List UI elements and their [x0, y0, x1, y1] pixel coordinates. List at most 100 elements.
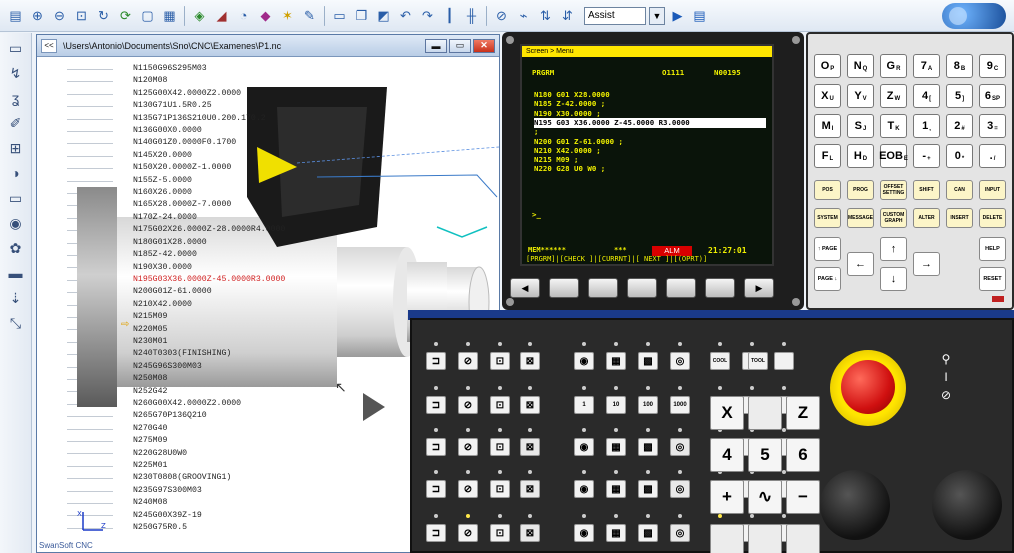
panel-button[interactable]: ⊠: [520, 480, 540, 498]
save-icon[interactable]: ▤: [6, 6, 25, 25]
program-line[interactable]: N130G71U1.5R0.25: [133, 100, 285, 112]
crt-softkey[interactable]: [549, 278, 579, 298]
key-s[interactable]: SJ: [847, 114, 874, 138]
key-eob[interactable]: EOB E: [879, 144, 908, 168]
program-line[interactable]: N135G71P136S210U0.200.170.2: [133, 113, 285, 125]
program-line[interactable]: N170Z-24.0000: [133, 212, 285, 224]
program-line[interactable]: N190X30.0000: [133, 262, 285, 274]
function-key[interactable]: PROG: [847, 180, 874, 200]
program-line[interactable]: N155Z-5.0000: [133, 175, 285, 187]
window-icon[interactable]: ▢: [138, 6, 157, 25]
panel-button[interactable]: ⊐: [426, 480, 446, 498]
cut-icon[interactable]: ▭: [330, 6, 349, 25]
assist-dropdown-icon[interactable]: ▼: [649, 6, 665, 25]
panel-button[interactable]: ▦: [606, 438, 626, 456]
jog-key[interactable]: [710, 524, 744, 553]
feed-icon[interactable]: ⇣: [6, 289, 26, 307]
key-7[interactable]: 7A: [913, 54, 940, 78]
key-x[interactable]: XU: [814, 84, 841, 108]
ruler-icon[interactable]: ┃: [440, 6, 459, 25]
function-key[interactable]: CUSTOM GRAPH: [880, 208, 907, 228]
program-line[interactable]: N150X20.0000Z-1.0000: [133, 162, 285, 174]
run-icon[interactable]: ⌁: [514, 6, 533, 25]
key--[interactable]: - +: [913, 144, 940, 168]
close-button[interactable]: ✕: [473, 38, 495, 53]
crt-softkey[interactable]: ◀: [510, 278, 540, 298]
function-key[interactable]: POS: [814, 180, 841, 200]
reset-key[interactable]: RESET: [979, 267, 1006, 291]
crt-softkey[interactable]: [627, 278, 657, 298]
panel-button[interactable]: ◉: [574, 438, 594, 456]
program-line[interactable]: N225M01: [133, 460, 285, 472]
key-0[interactable]: 0 *: [946, 144, 973, 168]
panel-button[interactable]: ⊠: [520, 438, 540, 456]
jog-key[interactable]: Z: [786, 396, 820, 430]
coolant-tool-button[interactable]: TOOL: [748, 352, 768, 370]
rotate-icon[interactable]: ↻: [94, 6, 113, 25]
crt-softkey[interactable]: [705, 278, 735, 298]
graph-icon[interactable]: ╫: [462, 6, 481, 25]
program-line[interactable]: N1150G96S295M03: [133, 63, 285, 75]
panel-button[interactable]: ⊠: [520, 524, 540, 542]
select-icon[interactable]: ↯: [6, 64, 26, 82]
help-key[interactable]: HELP: [979, 237, 1006, 261]
key-2[interactable]: 2 #: [946, 114, 973, 138]
program-line[interactable]: N240T0303(FINISHING): [133, 348, 285, 360]
function-key[interactable]: ALTER: [913, 208, 940, 228]
zoom-out-icon[interactable]: ⊖: [50, 6, 69, 25]
key-8[interactable]: 8B: [946, 54, 973, 78]
panel-button[interactable]: ◎: [670, 438, 690, 456]
function-key[interactable]: INPUT: [979, 180, 1006, 200]
program-line[interactable]: N270G40: [133, 423, 285, 435]
minimize-button[interactable]: ▬: [425, 38, 447, 53]
refresh-icon[interactable]: ⟳: [116, 6, 135, 25]
panel-button[interactable]: ⊡: [490, 396, 510, 414]
key-g[interactable]: GR: [880, 54, 907, 78]
copy-icon[interactable]: ❐: [352, 6, 371, 25]
panel-button[interactable]: 1: [574, 396, 594, 414]
panel-button[interactable]: ◎: [670, 524, 690, 542]
axis-icon[interactable]: ⤡: [6, 314, 26, 332]
settings-icon[interactable]: ⊘: [492, 6, 511, 25]
block-icon[interactable]: ⇵: [558, 6, 577, 25]
function-key[interactable]: OFFSET SETTING: [880, 180, 907, 200]
panel-button[interactable]: ⊘: [458, 480, 478, 498]
panel-button[interactable]: ▩: [638, 480, 658, 498]
program-line[interactable]: N250M08: [133, 373, 285, 385]
page-up-key[interactable]: ↑ PAGE: [814, 237, 841, 261]
program-line[interactable]: N235G97S300M03: [133, 485, 285, 497]
key-9[interactable]: 9C: [979, 54, 1006, 78]
file-icon[interactable]: ▭: [6, 39, 26, 57]
cursor-up-key[interactable]: ↑: [880, 237, 907, 261]
function-key[interactable]: MESSAGE: [847, 208, 874, 228]
program-line[interactable]: N215M09: [133, 311, 285, 323]
key-t[interactable]: TK: [880, 114, 907, 138]
panel-button[interactable]: ⊘: [458, 438, 478, 456]
program-listing[interactable]: N1150G96S295M03 N120M08 N125G00X42.0000Z2.…: [133, 63, 285, 534]
program-line[interactable]: N260G00X42.0000Z2.0000: [133, 398, 285, 410]
program-line[interactable]: N245G00X39Z-19: [133, 510, 285, 522]
program-line[interactable]: N160X26.0000: [133, 187, 285, 199]
jog-key[interactable]: 6: [786, 438, 820, 472]
panel-button[interactable]: ⊐: [426, 438, 446, 456]
panel-button[interactable]: ◉: [574, 480, 594, 498]
panel-button[interactable]: ⊠: [520, 396, 540, 414]
jog-key[interactable]: 5: [748, 438, 782, 472]
collapse-button[interactable]: <<: [41, 38, 57, 53]
jog-key[interactable]: ∿: [748, 480, 782, 514]
key-6[interactable]: 6 SP: [979, 84, 1006, 108]
probe-icon[interactable]: ✐: [6, 114, 26, 132]
key-h[interactable]: HD: [847, 144, 874, 168]
panel-button[interactable]: ▦: [606, 480, 626, 498]
panel-button[interactable]: ⊡: [490, 524, 510, 542]
program-line[interactable]: N210X42.0000: [133, 299, 285, 311]
jog-key[interactable]: [786, 524, 820, 553]
path-icon[interactable]: ʓ: [6, 89, 26, 107]
program-line[interactable]: N120M08: [133, 75, 285, 87]
grid-icon[interactable]: ▦: [160, 6, 179, 25]
program-line[interactable]: N230M01: [133, 336, 285, 348]
measure-icon[interactable]: ◔: [234, 6, 253, 25]
panel-button[interactable]: ⊠: [520, 352, 540, 370]
spindle-switch-icon[interactable]: ⚲ I ⊘: [932, 350, 960, 408]
function-key[interactable]: SYSTEM: [814, 208, 841, 228]
